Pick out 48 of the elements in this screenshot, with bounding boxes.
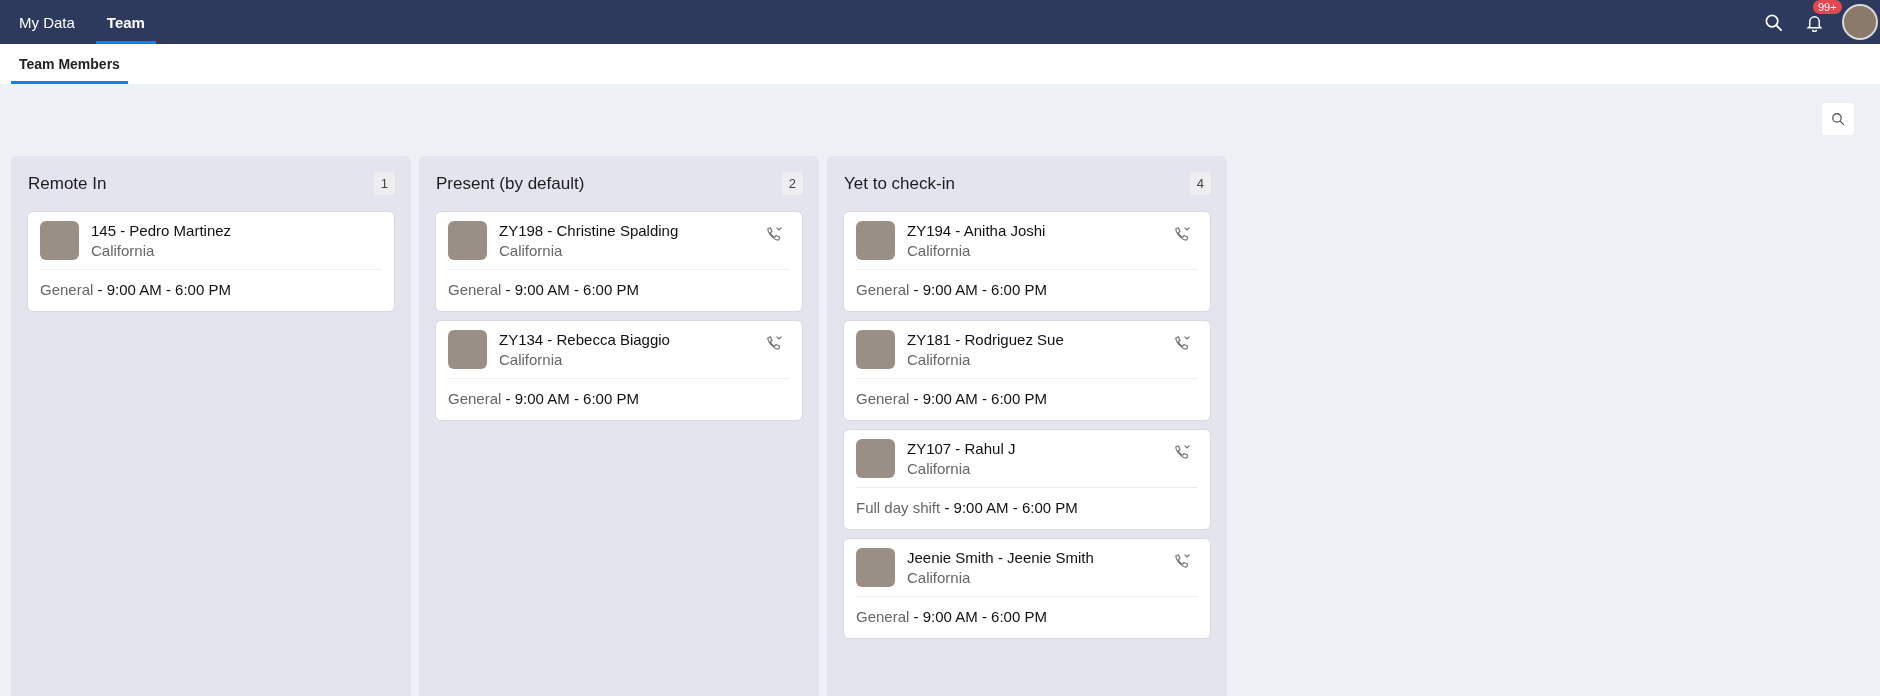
photo-placeholder	[856, 548, 895, 587]
member-name: 145 - Pedro Martinez	[91, 222, 233, 239]
shift-text: General - 9:00 AM - 6:00 PM	[448, 280, 640, 300]
member-location: California	[499, 351, 564, 368]
member-name: ZY194 - Anitha Joshi	[907, 222, 1047, 239]
shift-text: General - 9:00 AM - 6:00 PM	[40, 280, 232, 300]
shift-text: Full day shift - 9:00 AM - 6:00 PM	[856, 498, 1079, 518]
column-title: Present (by default)	[436, 173, 585, 194]
shift-text: General - 9:00 AM - 6:00 PM	[856, 280, 1048, 300]
nav-tab[interactable]: My Data	[8, 0, 86, 44]
shift-text: General - 9:00 AM - 6:00 PM	[856, 389, 1048, 409]
photo-placeholder	[856, 221, 895, 260]
member-location: California	[907, 351, 972, 368]
member-card[interactable]: ZY181 - Rodriguez Sue California General - 9:00 AM - 6:00 PM	[843, 320, 1211, 421]
count-badge: 1	[373, 172, 395, 195]
member-location: California	[499, 242, 564, 259]
member-location: California	[907, 242, 972, 259]
shift-text: General - 9:00 AM - 6:00 PM	[856, 607, 1048, 627]
member-card[interactable]: 145 - Pedro Martinez California General - 9:00 AM - 6:00 PM	[27, 211, 395, 312]
count-badge: 4	[1189, 172, 1211, 195]
photo-placeholder	[448, 330, 487, 369]
photo-placeholder	[40, 221, 79, 260]
member-card[interactable]: Jeenie Smith - Jeenie Smith California General - 9:00 AM - 6:00 PM	[843, 538, 1211, 639]
search-icon	[1831, 112, 1845, 126]
column-title: Yet to check-in	[844, 173, 955, 194]
photo-placeholder	[856, 439, 895, 478]
profile-avatar[interactable]	[1842, 4, 1878, 40]
photo-placeholder	[448, 221, 487, 260]
member-card[interactable]: ZY134 - Rebecca Biaggio California General - 9:00 AM - 6:00 PM	[435, 320, 803, 421]
photo-placeholder	[856, 330, 895, 369]
member-name: Jeenie Smith - Jeenie Smith	[907, 549, 1095, 566]
member-name: ZY134 - Rebecca Biaggio	[499, 331, 671, 348]
column-title: Remote In	[28, 173, 107, 194]
notification-badge: 99+	[1813, 0, 1842, 14]
member-name: ZY181 - Rodriguez Sue	[907, 331, 1065, 348]
member-name: ZY107 - Rahul J	[907, 440, 1017, 457]
section-tab[interactable]: Team Members	[11, 44, 128, 84]
search-button[interactable]	[1764, 12, 1783, 32]
member-name: ZY198 - Christine Spalding	[499, 222, 680, 239]
member-card[interactable]: ZY107 - Rahul J California Full day shift - 9:00 AM - 6:00 PM	[843, 429, 1211, 530]
member-card[interactable]: ZY198 - Christine Spalding California General - 9:00 AM - 6:00 PM	[435, 211, 803, 312]
member-location: California	[91, 242, 156, 259]
member-location: California	[907, 569, 972, 586]
search-icon	[1764, 12, 1783, 32]
count-badge: 2	[781, 172, 803, 195]
member-location: California	[907, 460, 972, 477]
shift-text: General - 9:00 AM - 6:00 PM	[448, 389, 640, 409]
member-card[interactable]: ZY194 - Anitha Joshi California General - 9:00 AM - 6:00 PM	[843, 211, 1211, 312]
